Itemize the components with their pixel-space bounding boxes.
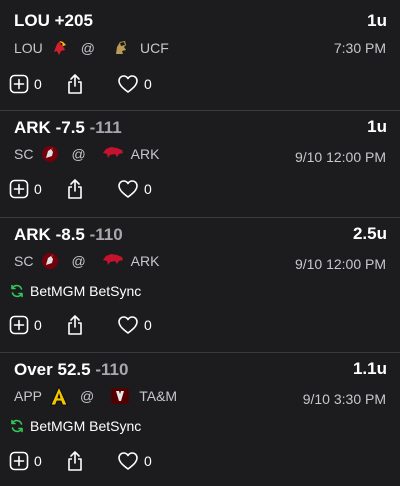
pick-units: 1u xyxy=(367,11,387,30)
pick-card[interactable]: LOU +205 1u LOU @ UCF 7:30 PM 0 0 xyxy=(0,0,400,110)
pick-team: ARK xyxy=(14,225,51,244)
heart-icon xyxy=(118,316,138,334)
add-count: 0 xyxy=(34,76,42,92)
south-carolina-gamecock-logo xyxy=(40,144,60,164)
pick-card[interactable]: ARK -7.5 -111 1u SC @ ARK 9/10 12:00 PM xyxy=(0,111,400,217)
like-button[interactable]: 0 xyxy=(117,451,152,471)
game-time: 7:30 PM xyxy=(333,40,386,56)
pick-title: Over 52.5 -110 xyxy=(14,360,128,380)
pick-team: LOU xyxy=(14,11,50,30)
pick-card[interactable]: Over 52.5 -110 1.1u APP @ TA&M 9/10 3:30… xyxy=(0,353,400,486)
share-icon xyxy=(68,74,82,94)
pick-line: -7.5 xyxy=(55,118,85,137)
share-icon xyxy=(68,451,82,471)
share-button[interactable] xyxy=(65,314,117,336)
like-count: 0 xyxy=(144,453,152,469)
pick-title: ARK -7.5 -111 xyxy=(14,118,122,138)
south-carolina-gamecock-logo xyxy=(40,251,60,271)
pick-team: ARK xyxy=(14,118,51,137)
pick-actions: 0 0 xyxy=(9,313,152,337)
pick-line: 52.5 xyxy=(57,360,91,379)
louisville-cardinal-logo xyxy=(50,38,70,58)
pick-team: Over xyxy=(14,360,53,379)
add-count: 0 xyxy=(34,453,42,469)
pick-odds: -111 xyxy=(89,118,122,137)
sportsbook-sync: BetMGM BetSync xyxy=(10,283,141,299)
texas-am-logo xyxy=(110,386,130,406)
arkansas-razorback-logo xyxy=(102,144,123,164)
heart-icon xyxy=(118,75,138,93)
pick-actions: 0 0 xyxy=(9,449,152,473)
pick-title: ARK -8.5 -110 xyxy=(14,225,123,245)
add-button[interactable]: 0 xyxy=(9,315,65,335)
away-team: SC xyxy=(14,253,34,269)
pick-odds: -110 xyxy=(95,360,129,379)
heart-icon xyxy=(118,452,138,470)
pick-card[interactable]: ARK -8.5 -110 2.5u SC @ ARK 9/10 12:00 P… xyxy=(0,218,400,352)
pick-units: 2.5u xyxy=(352,224,387,243)
ucf-knight-logo xyxy=(111,38,131,58)
share-button[interactable] xyxy=(65,178,117,200)
away-team: APP xyxy=(14,388,43,404)
home-team: TA&M xyxy=(139,388,178,404)
pick-line: -8.5 xyxy=(55,225,85,244)
sync-label: BetMGM BetSync xyxy=(30,418,142,434)
away-team: LOU xyxy=(14,40,43,56)
add-count: 0 xyxy=(34,317,42,333)
add-button[interactable]: 0 xyxy=(9,74,65,94)
matchup: SC @ ARK xyxy=(14,144,159,164)
plus-square-icon xyxy=(9,74,29,94)
pick-actions: 0 0 xyxy=(9,72,152,96)
pick-actions: 0 0 xyxy=(9,177,152,201)
at-symbol: @ xyxy=(71,146,86,162)
app-state-a-logo xyxy=(49,386,69,406)
at-symbol: @ xyxy=(80,40,96,56)
share-icon xyxy=(68,315,82,335)
share-icon xyxy=(68,179,82,199)
like-count: 0 xyxy=(144,181,152,197)
plus-square-icon xyxy=(9,315,29,335)
matchup: APP @ TA&M xyxy=(14,386,177,406)
home-team: UCF xyxy=(140,40,169,56)
game-time: 9/10 3:30 PM xyxy=(302,391,386,407)
home-team: ARK xyxy=(130,146,160,162)
like-button[interactable]: 0 xyxy=(117,74,152,94)
add-button[interactable]: 0 xyxy=(9,451,65,471)
sync-label: BetMGM BetSync xyxy=(30,283,142,299)
add-button[interactable]: 0 xyxy=(9,179,65,199)
plus-square-icon xyxy=(9,179,29,199)
share-button[interactable] xyxy=(65,73,117,95)
game-time: 9/10 12:00 PM xyxy=(294,256,386,272)
pick-line: +205 xyxy=(54,11,93,30)
pick-title: LOU +205 xyxy=(14,11,93,31)
pick-odds: -110 xyxy=(89,225,123,244)
game-time: 9/10 12:00 PM xyxy=(294,149,386,165)
share-button[interactable] xyxy=(65,450,117,472)
picks-feed: LOU +205 1u LOU @ UCF 7:30 PM 0 0 ARK -7… xyxy=(0,0,400,486)
away-team: SC xyxy=(14,146,34,162)
arkansas-razorback-logo xyxy=(102,251,123,271)
matchup: SC @ ARK xyxy=(14,251,159,271)
add-count: 0 xyxy=(34,181,42,197)
pick-units: 1u xyxy=(367,117,387,136)
pick-units: 1.1u xyxy=(352,359,387,378)
plus-square-icon xyxy=(9,451,29,471)
like-button[interactable]: 0 xyxy=(117,315,152,335)
heart-icon xyxy=(118,180,138,198)
like-button[interactable]: 0 xyxy=(117,179,152,199)
sync-icon xyxy=(11,284,23,298)
at-symbol: @ xyxy=(80,388,95,404)
like-count: 0 xyxy=(144,317,152,333)
sportsbook-sync: BetMGM BetSync xyxy=(10,418,141,434)
home-team: ARK xyxy=(130,253,160,269)
sync-icon xyxy=(11,419,23,433)
matchup: LOU @ UCF xyxy=(14,38,169,58)
at-symbol: @ xyxy=(71,253,86,269)
like-count: 0 xyxy=(144,76,152,92)
